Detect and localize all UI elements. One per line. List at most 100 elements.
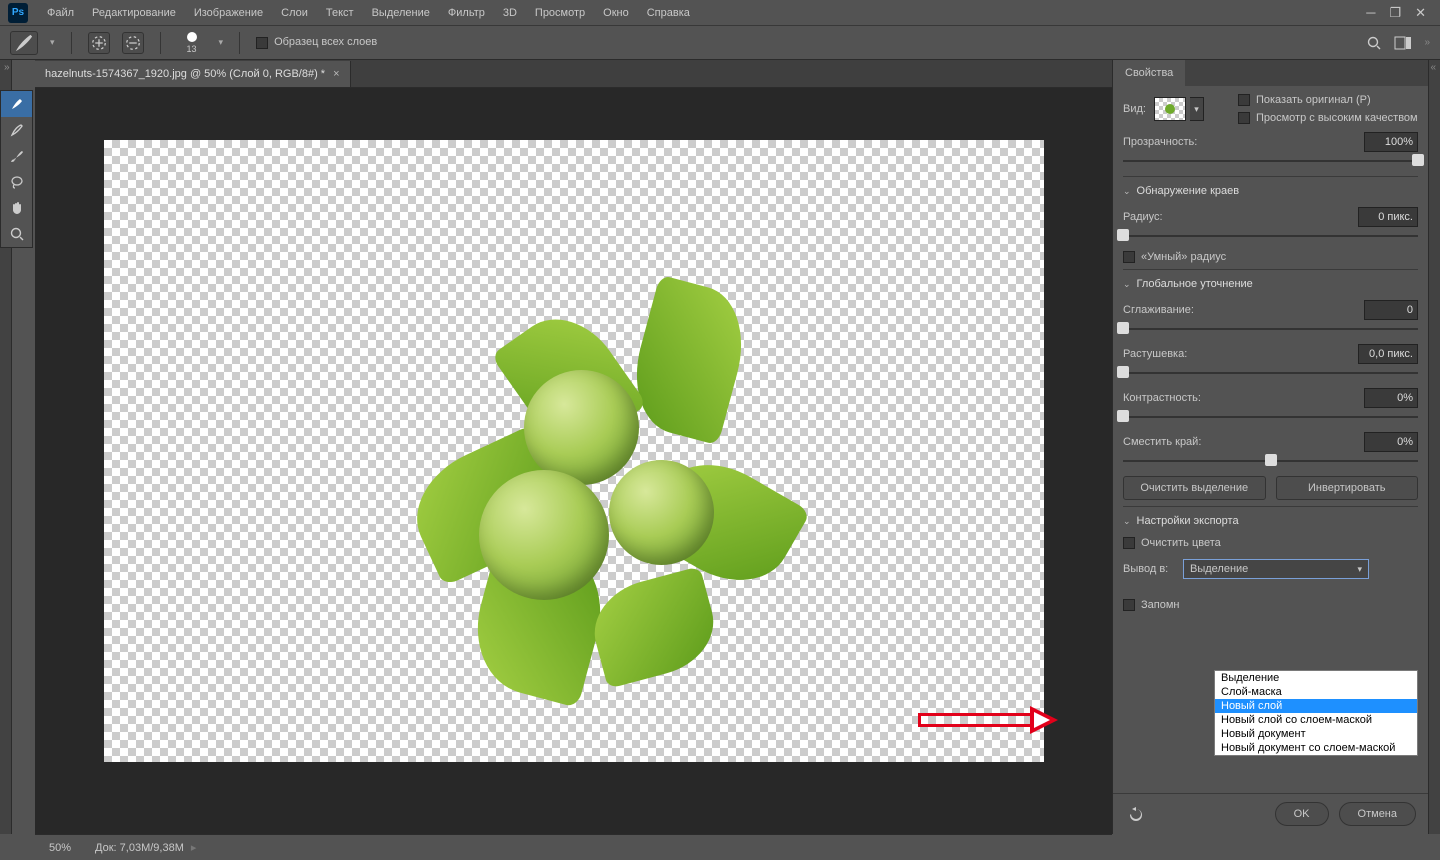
reset-icon[interactable] bbox=[1125, 803, 1147, 825]
radius-slider[interactable] bbox=[1123, 229, 1418, 243]
output-option[interactable]: Новый слой bbox=[1215, 699, 1417, 713]
radius-label: Радиус: bbox=[1123, 211, 1163, 223]
tool-lasso[interactable] bbox=[1, 169, 32, 195]
menu-layers[interactable]: Слои bbox=[272, 7, 317, 19]
show-original-label: Показать оригинал (P) bbox=[1256, 94, 1371, 106]
search-icon[interactable] bbox=[1366, 35, 1382, 51]
window-minimize-icon[interactable]: ─ bbox=[1366, 5, 1375, 21]
brush-icon bbox=[11, 30, 37, 56]
contrast-slider[interactable] bbox=[1123, 410, 1418, 424]
section-export-settings[interactable]: ⌄ Настройки экспорта bbox=[1123, 515, 1418, 527]
subtract-from-selection-icon[interactable] bbox=[122, 32, 144, 54]
output-option[interactable]: Новый документ bbox=[1215, 727, 1417, 741]
tool-quick-selection[interactable] bbox=[1, 91, 32, 117]
menu-help[interactable]: Справка bbox=[638, 7, 699, 19]
tool-refine-brush[interactable] bbox=[1, 117, 32, 143]
tool-zoom[interactable] bbox=[1, 221, 32, 247]
output-to-select[interactable]: Выделение ▾ bbox=[1183, 559, 1369, 579]
tool-brush[interactable] bbox=[1, 143, 32, 169]
tool-preset-picker[interactable] bbox=[10, 31, 38, 55]
zoom-level[interactable]: 50% bbox=[49, 842, 71, 854]
section-global-title: Глобальное уточнение bbox=[1137, 278, 1253, 290]
section-edge-detection[interactable]: ⌄Обнаружение краев bbox=[1123, 185, 1418, 197]
section-global-refine[interactable]: ⌄ Глобальное уточнение bbox=[1123, 278, 1418, 290]
menu-file[interactable]: Файл bbox=[38, 7, 83, 19]
dock-grip-icon[interactable]: » bbox=[4, 62, 10, 73]
output-option[interactable]: Новый слой со слоем-маской bbox=[1215, 713, 1417, 727]
brush-dot-icon bbox=[187, 32, 197, 42]
radius-value[interactable]: 0 пикс. bbox=[1358, 207, 1418, 227]
document-tabs: hazelnuts-1574367_1920.jpg @ 50% (Слой 0… bbox=[35, 60, 1112, 88]
remember-label: Запомн bbox=[1141, 599, 1179, 611]
window-restore-icon[interactable]: ❐ bbox=[1389, 5, 1401, 21]
section-export-title: Настройки экспорта bbox=[1137, 515, 1239, 527]
smart-radius-label: «Умный» радиус bbox=[1141, 251, 1226, 263]
smooth-slider[interactable] bbox=[1123, 322, 1418, 336]
view-label: Вид: bbox=[1123, 103, 1146, 115]
output-to-value: Выделение bbox=[1190, 563, 1248, 575]
output-to-dropdown[interactable]: ВыделениеСлой-маскаНовый слойНовый слой … bbox=[1214, 670, 1418, 756]
show-original-checkbox[interactable]: Показать оригинал (P) bbox=[1238, 94, 1371, 106]
ok-button[interactable]: OK bbox=[1275, 802, 1329, 826]
opacity-slider[interactable] bbox=[1123, 154, 1418, 168]
brush-preview[interactable]: 13 bbox=[177, 32, 207, 54]
smart-radius-checkbox[interactable]: «Умный» радиус bbox=[1123, 251, 1226, 263]
chevron-down-icon: ⌄ bbox=[1123, 186, 1131, 197]
close-icon[interactable]: × bbox=[333, 68, 339, 80]
invert-button[interactable]: Инвертировать bbox=[1276, 476, 1419, 500]
output-option[interactable]: Слой-маска bbox=[1215, 685, 1417, 699]
view-dropdown-caret[interactable]: ▾ bbox=[1190, 97, 1204, 121]
tool-hand[interactable] bbox=[1, 195, 32, 221]
expand-grip-icon[interactable]: » bbox=[1424, 37, 1430, 48]
chevron-down-icon: ▾ bbox=[1357, 564, 1362, 575]
output-option[interactable]: Новый документ со слоем-маской bbox=[1215, 741, 1417, 755]
right-dock-strip: « bbox=[1428, 60, 1440, 834]
doc-info-value: 7,03M/9,38M bbox=[120, 842, 184, 854]
feather-value[interactable]: 0,0 пикс. bbox=[1358, 344, 1418, 364]
menu-edit[interactable]: Редактирование bbox=[83, 7, 185, 19]
shift-edge-label: Сместить край: bbox=[1123, 436, 1201, 448]
feather-slider[interactable] bbox=[1123, 366, 1418, 380]
opacity-value[interactable]: 100% bbox=[1364, 132, 1418, 152]
menu-3d[interactable]: 3D bbox=[494, 7, 526, 19]
menu-select[interactable]: Выделение bbox=[363, 7, 439, 19]
document-tab-title: hazelnuts-1574367_1920.jpg @ 50% (Слой 0… bbox=[45, 68, 325, 80]
add-to-selection-icon[interactable] bbox=[88, 32, 110, 54]
app-logo: Ps bbox=[8, 3, 28, 23]
view-thumbnail[interactable] bbox=[1154, 97, 1186, 121]
canvas bbox=[104, 140, 1044, 762]
contrast-value[interactable]: 0% bbox=[1364, 388, 1418, 408]
shift-edge-value[interactable]: 0% bbox=[1364, 432, 1418, 452]
doc-info-label: Док: bbox=[95, 842, 117, 854]
menu-image[interactable]: Изображение bbox=[185, 7, 272, 19]
document-tab[interactable]: hazelnuts-1574367_1920.jpg @ 50% (Слой 0… bbox=[35, 61, 351, 87]
menu-text[interactable]: Текст bbox=[317, 7, 363, 19]
menu-view[interactable]: Просмотр bbox=[526, 7, 594, 19]
panel-tabs: Свойства bbox=[1113, 60, 1428, 86]
shift-edge-slider[interactable] bbox=[1123, 454, 1418, 468]
opacity-label: Прозрачность: bbox=[1123, 136, 1197, 148]
menu-window[interactable]: Окно bbox=[594, 7, 638, 19]
output-to-label: Вывод в: bbox=[1123, 563, 1183, 575]
tab-properties[interactable]: Свойства bbox=[1113, 60, 1185, 86]
sample-all-layers-checkbox[interactable]: Образец всех слоев bbox=[256, 36, 377, 48]
chevron-down-icon: ⌄ bbox=[1123, 516, 1131, 527]
smooth-value[interactable]: 0 bbox=[1364, 300, 1418, 320]
cancel-button[interactable]: Отмена bbox=[1339, 802, 1416, 826]
workspace-icon[interactable] bbox=[1394, 35, 1412, 51]
smooth-label: Сглаживание: bbox=[1123, 304, 1194, 316]
canvas-viewport[interactable] bbox=[35, 88, 1112, 834]
chevron-right-icon[interactable]: ▸ bbox=[188, 842, 197, 854]
menu-filter[interactable]: Фильтр bbox=[439, 7, 494, 19]
high-quality-checkbox[interactable]: Просмотр с высоким качеством bbox=[1238, 112, 1418, 124]
chevron-down-icon: ⌄ bbox=[1123, 279, 1131, 290]
high-quality-label: Просмотр с высоким качеством bbox=[1256, 112, 1418, 124]
sample-all-layers-label: Образец всех слоев bbox=[274, 36, 377, 48]
decontaminate-checkbox[interactable]: Очистить цвета bbox=[1123, 537, 1221, 549]
remember-settings-checkbox[interactable]: Запомн bbox=[1123, 599, 1179, 611]
toolbar bbox=[0, 90, 33, 248]
dock-grip-icon[interactable]: « bbox=[1430, 62, 1436, 73]
window-close-icon[interactable]: ✕ bbox=[1415, 5, 1426, 21]
output-option[interactable]: Выделение bbox=[1215, 671, 1417, 685]
clear-selection-button[interactable]: Очистить выделение bbox=[1123, 476, 1266, 500]
